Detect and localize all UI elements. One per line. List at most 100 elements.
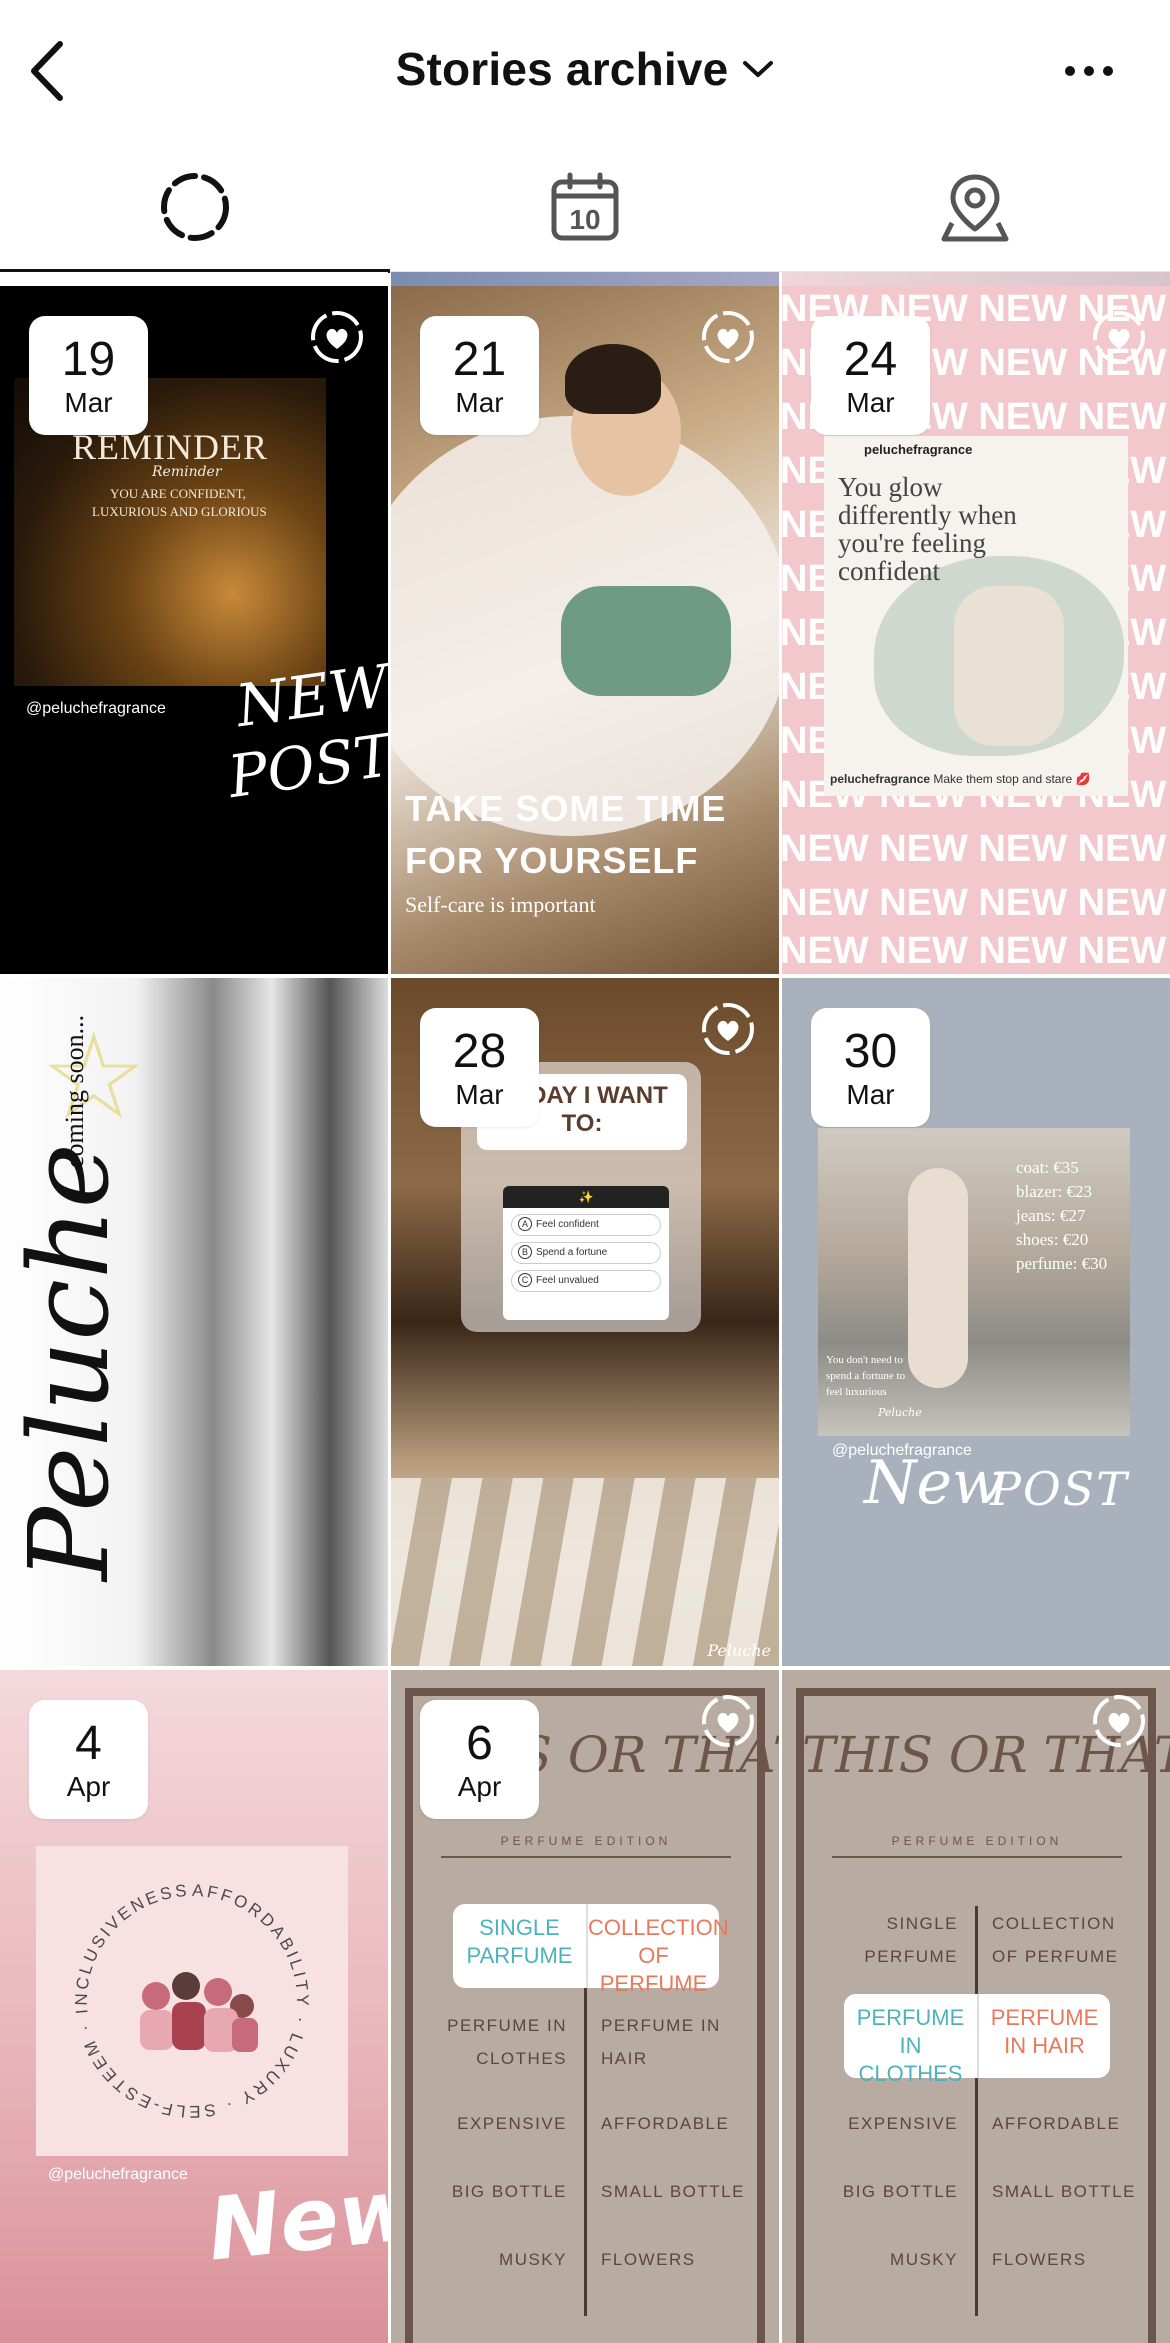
story-subtitle: Self-care is important [405, 892, 596, 917]
highlight-heart-icon[interactable] [699, 308, 757, 366]
dashed-circle-icon [161, 173, 229, 241]
tot-h: SMALL BOTTLE [992, 2182, 1136, 2201]
map-pin-icon [941, 174, 1009, 242]
card-quote-1: You glow [838, 472, 943, 502]
tot-a1: SINGLE [479, 1915, 560, 1940]
card-username: peluchefragrance [864, 442, 973, 457]
tot-j: FLOWERS [992, 2250, 1087, 2269]
date-day: 6 [466, 1717, 493, 1770]
date-badge: 21 Mar [420, 316, 539, 435]
tot-sticker-right: PERFUME IN HAIR [977, 1994, 1110, 2078]
tot-edition: PERFUME EDITION [441, 1834, 731, 1858]
tot-d1: PERFUME [990, 2005, 1099, 2030]
tot-e: EXPENSIVE [457, 2114, 567, 2133]
star-doodle: ☆ [40, 1010, 148, 1144]
header: Stories archive [0, 0, 1170, 142]
tot-d2: IN HAIR [1004, 2033, 1085, 2058]
title-dropdown[interactable]: Stories archive [0, 42, 1170, 96]
date-day: 19 [61, 333, 116, 386]
reminder-line-1: YOU ARE CONFIDENT, [110, 486, 246, 501]
highlight-heart-icon[interactable] [1090, 1692, 1148, 1750]
hall-floor [391, 1478, 779, 1666]
highlight-heart-icon[interactable] [699, 1692, 757, 1750]
highlight-heart-icon[interactable] [699, 1000, 757, 1058]
tot-sticker: SINGLE PARFUME COLLECTION OF PERFUME [453, 1904, 729, 1996]
new-pattern-row: NEW NEW NEW NEW [782, 882, 1167, 924]
story-tile[interactable]: NEW NEW NEW NEW NEW NEW NEW NEW NEW NEW … [782, 286, 1170, 974]
person-shape [908, 1168, 968, 1388]
date-badge: 24 Mar [811, 316, 930, 435]
price-perfume: perfume: €30 [1016, 1254, 1108, 1273]
price-jeans: jeans: €27 [1016, 1206, 1086, 1225]
tot-c2: CLOTHES [476, 2049, 567, 2068]
circle-card: AFFORDABILITY · LUXURY · SELF-ESTEEM · I… [32, 1831, 348, 2156]
card-quote-2: differently when [838, 500, 1017, 530]
coming-soon-text: coming soon... [60, 1014, 89, 1168]
tot-c2: CLOTHES [858, 2061, 963, 2086]
card-caption-text: Make them stop and stare 💋 [933, 772, 1091, 786]
story-handle: @peluchefragrance [26, 700, 166, 717]
date-badge: 19 Mar [29, 316, 148, 435]
tot-f: AFFORDABLE [992, 2114, 1121, 2133]
tot-h: SMALL BOTTLE [601, 2182, 745, 2201]
note-line-3: feel luxurious [826, 1386, 887, 1398]
date-day: 28 [452, 1025, 507, 1078]
date-badge: 28 Mar [420, 1008, 539, 1127]
new-script: New [203, 2159, 388, 2281]
new-pattern-row: NEW NEW NEW NEW [782, 828, 1167, 870]
story-tile[interactable]: TAKE SOME TIME FOR YOURSELF Self-care is… [391, 286, 779, 974]
tot-divider [975, 1906, 978, 2316]
tab-stories[interactable] [0, 142, 390, 273]
tot-sticker-left: PERFUME IN CLOTHES [844, 1994, 977, 2086]
chevron-down-icon [743, 61, 774, 77]
tot-a2: PERFUME [864, 1947, 958, 1966]
card-person [954, 586, 1064, 746]
tot-b2: OF PERFUME [599, 1943, 708, 1996]
date-badge: 30 Mar [811, 1008, 930, 1127]
reminder-script: Reminder [152, 464, 222, 480]
card-quote-4: confident [838, 556, 940, 586]
new-script: New [864, 1448, 1004, 1518]
page-title: Stories archive [395, 43, 729, 95]
highlight-heart-icon[interactable] [308, 308, 366, 366]
tab-location[interactable] [780, 142, 1170, 272]
archive-tabs: 10 [0, 142, 1170, 273]
story-tile[interactable]: REMINDER Reminder YOU ARE CONFIDENT, LUX… [0, 286, 388, 974]
date-month: Apr [457, 1771, 502, 1802]
tot-j: FLOWERS [601, 2250, 696, 2269]
highlight-heart-icon[interactable] [1090, 308, 1148, 366]
poll-option-label: Feel confident [536, 1219, 599, 1230]
story-handle: @peluchefragrance [48, 2166, 188, 2183]
story-tile[interactable]: AFFORDABILITY · LUXURY · SELF-ESTEEM · I… [0, 1670, 388, 2343]
tot-i: MUSKY [890, 2250, 958, 2269]
story-tile[interactable]: THIS OR THAT PERFUME EDITION SINGLE PARF… [391, 1670, 779, 2343]
story-tile[interactable]: coat: €35 blazer: €23 jeans: €27 shoes: … [782, 978, 1170, 1666]
date-day: 30 [843, 1025, 898, 1078]
date-month: Mar [846, 1079, 895, 1110]
date-month: Mar [455, 1079, 504, 1110]
story-tile[interactable]: ☆ Peluche coming soon... [0, 978, 388, 1666]
post-text: POST [990, 1462, 1129, 1516]
tot-d1: PERFUME IN [601, 2016, 721, 2035]
hair-shape [565, 344, 661, 414]
story-tile[interactable]: TODAY I WANT TO: ✨ A Feel confident B Spen… [391, 978, 779, 1666]
tot-e: EXPENSIVE [848, 2114, 958, 2133]
date-badge: 4 Apr [29, 1700, 148, 1819]
tot-b1: COLLECTION [588, 1915, 729, 1940]
story-headline-1: TAKE SOME TIME [405, 788, 727, 829]
story-tile[interactable]: THIS OR THAT PERFUME EDITION SINGLE PERF… [782, 1670, 1170, 2343]
note-line-1: You don't need to [826, 1354, 903, 1366]
card-caption-user: peluchefragrance [830, 772, 931, 786]
tot-g: BIG BOTTLE [451, 2182, 567, 2201]
tot-sticker-left: SINGLE PARFUME [453, 1904, 586, 1988]
price-blazer: blazer: €23 [1016, 1182, 1092, 1201]
tot-sticker: PERFUME IN CLOTHES PERFUME IN HAIR [844, 1994, 1110, 2086]
poll-box: ✨ A Feel confident B Spend a fortune C Feel… [503, 1186, 669, 1320]
tab-calendar[interactable]: 10 [390, 142, 780, 272]
tot-edition: PERFUME EDITION [832, 1834, 1122, 1858]
tot-d2: HAIR [601, 2049, 648, 2068]
outfit-photo: coat: €35 blazer: €23 jeans: €27 shoes: … [818, 1128, 1130, 1436]
towel-shape [561, 586, 731, 696]
brand-script: Peluche [4, 1143, 133, 1581]
more-options-button[interactable] [1064, 54, 1114, 88]
